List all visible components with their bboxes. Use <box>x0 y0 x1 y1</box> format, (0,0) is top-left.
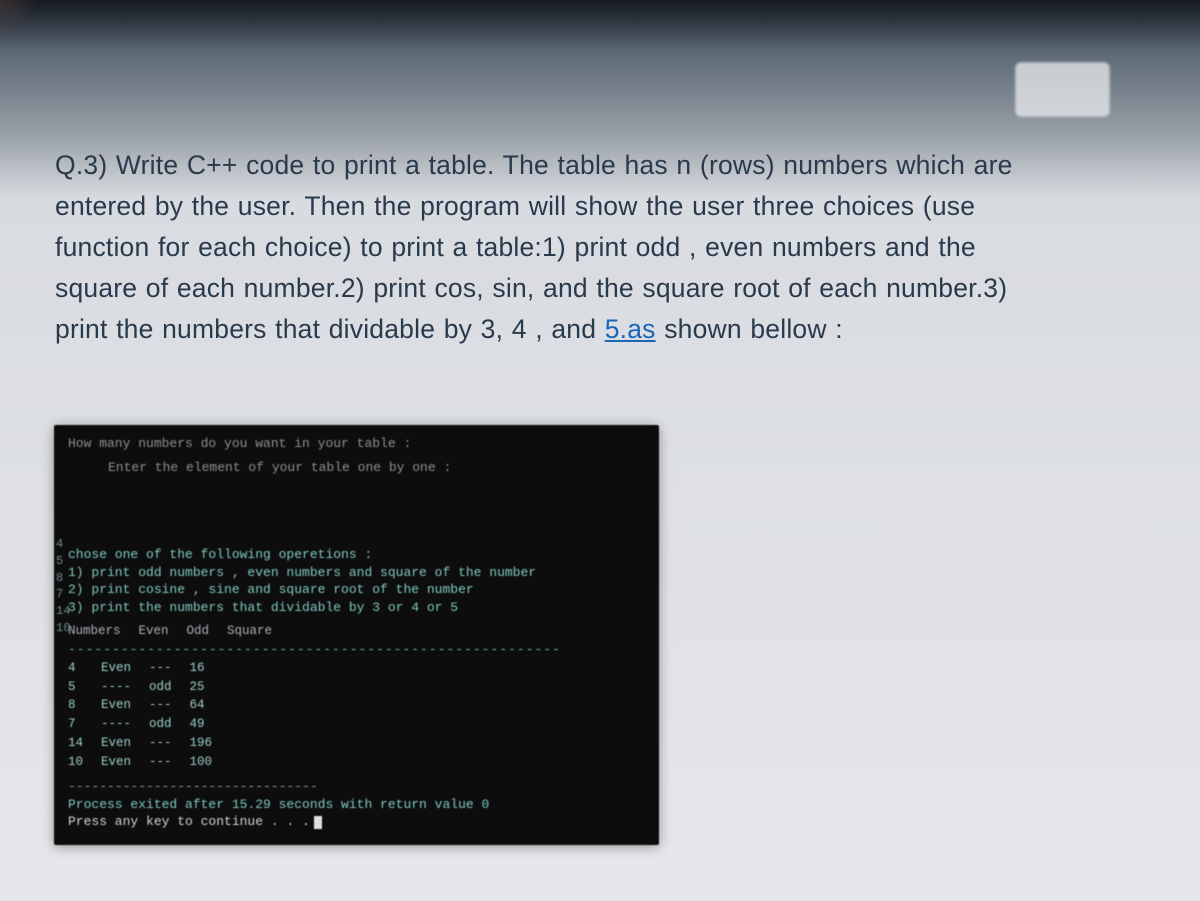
cell: --- <box>149 696 190 715</box>
question-prefix: Q.3) <box>55 150 116 180</box>
cell: Even <box>101 753 149 772</box>
menu-item-1: 1) print odd numbers , even numbers and … <box>68 564 645 582</box>
table-row: 4 Even --- 16 <box>68 659 230 678</box>
q-line-4: square of each number.2) print cos, sin,… <box>55 273 1007 303</box>
cell: 64 <box>190 696 231 715</box>
col-even: Even <box>139 622 187 641</box>
entered-numbers-column: 4 5 8 7 14 10 <box>56 536 70 637</box>
cell: 49 <box>190 715 231 734</box>
menu-title: chose one of the following operetions : <box>68 546 645 564</box>
prompt-count: How many numbers do you want in your tab… <box>68 435 645 453</box>
col-odd: Odd <box>187 622 228 641</box>
q-line-3: function for each choice) to print a tab… <box>55 232 976 262</box>
question-text: Q.3) Write C++ code to print a table. Th… <box>55 145 1145 350</box>
corner-glow <box>0 0 40 40</box>
cell: ---- <box>101 678 149 697</box>
menu-item-3: 3) print the numbers that dividable by 3… <box>68 599 645 617</box>
cursor-block <box>314 816 322 829</box>
cell: odd <box>149 678 190 697</box>
cell: odd <box>149 715 190 734</box>
table-header-row: Numbers Even Odd Square <box>68 622 290 641</box>
exit-line: Process exited after 15.29 seconds with … <box>68 796 645 814</box>
console-output: How many numbers do you want in your tab… <box>54 425 659 845</box>
list-item: 8 <box>56 570 70 587</box>
cell: Even <box>101 696 149 715</box>
table-row: 5 ---- odd 25 <box>68 678 230 697</box>
table-row: 8 Even --- 64 <box>68 696 230 715</box>
table-row: 10 Even --- 100 <box>68 753 230 772</box>
list-item: 7 <box>56 586 70 603</box>
q-line-5a: print the numbers that dividable by 3, 4… <box>55 314 605 344</box>
col-numbers: Numbers <box>68 622 139 641</box>
cell: 14 <box>68 734 101 753</box>
q-line-2: entered by the user. Then the program wi… <box>55 191 975 221</box>
cell: 25 <box>190 678 231 697</box>
mistaken-link[interactable]: 5.as <box>605 314 656 344</box>
blurry-card <box>1015 62 1110 117</box>
dash-line: -------------------------------- <box>68 778 645 796</box>
list-item: 14 <box>56 603 70 620</box>
top-shadow <box>0 0 1200 50</box>
cell: 100 <box>190 753 231 772</box>
cell: Even <box>101 734 149 753</box>
result-table: Numbers Even Odd Square <box>68 622 290 641</box>
cell: Even <box>101 659 149 678</box>
cell: --- <box>149 734 190 753</box>
cell: --- <box>149 659 190 678</box>
list-item: 10 <box>56 620 70 637</box>
prompt-enter: Enter the element of your table one by o… <box>108 459 645 477</box>
list-item: 4 <box>56 536 70 553</box>
cell: --- <box>149 753 190 772</box>
press-line: Press any key to continue . . . <box>68 813 645 831</box>
cell: 4 <box>68 659 101 678</box>
menu-item-2: 2) print cosine , sine and square root o… <box>68 581 645 599</box>
divider: ----------------------------------------… <box>68 641 645 659</box>
cell: 8 <box>68 696 101 715</box>
cell: 16 <box>190 659 231 678</box>
cell: 196 <box>190 734 231 753</box>
col-square: Square <box>227 622 290 641</box>
q-line-5b: shown bellow : <box>656 314 843 344</box>
list-item: 5 <box>56 553 70 570</box>
cell: 5 <box>68 678 101 697</box>
table-row: 14 Even --- 196 <box>68 734 230 753</box>
cell: 7 <box>68 715 101 734</box>
cell: ---- <box>101 715 149 734</box>
result-table-body: 4 Even --- 16 5 ---- odd 25 8 Even --- 6… <box>68 659 230 772</box>
table-row: 7 ---- odd 49 <box>68 715 230 734</box>
q-line-1: Write C++ code to print a table. The tab… <box>116 150 1013 180</box>
cell: 10 <box>68 753 101 772</box>
press-text: Press any key to continue . . . <box>68 814 310 829</box>
